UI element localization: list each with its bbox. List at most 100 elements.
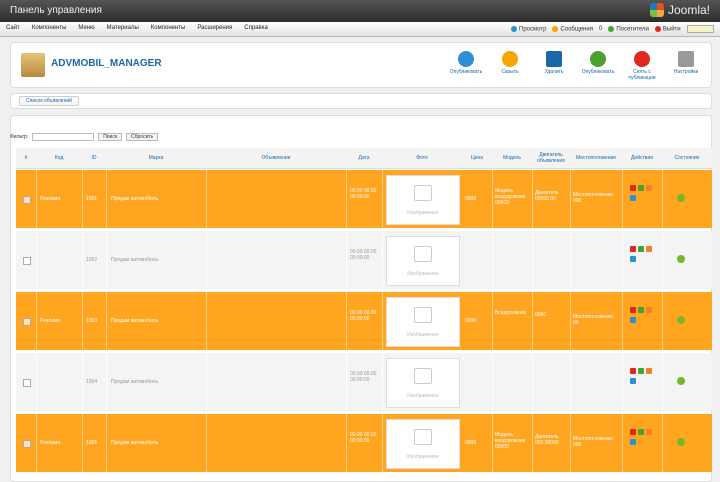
approve-row-icon[interactable] <box>638 368 644 374</box>
delete-row-icon[interactable] <box>630 429 636 435</box>
row-checkbox[interactable] <box>23 440 31 448</box>
col-engine[interactable]: Двигатель объявления <box>532 148 570 168</box>
logout-field[interactable] <box>686 25 714 33</box>
table-row[interactable]: 1004 Продам автомобиль 00.00 00.00 00:00:0… <box>16 353 712 411</box>
table-row[interactable]: Реклама 1005 Продам автомобиль 00.00 00.00 … <box>16 414 712 472</box>
hide-button[interactable]: Скрыть <box>493 49 527 81</box>
row-checkbox[interactable] <box>23 379 31 387</box>
approve-row-icon[interactable] <box>638 246 644 252</box>
cell-id: 1004 <box>82 353 107 411</box>
edit-row-icon[interactable] <box>646 307 652 313</box>
ad-photo: Изображение <box>386 419 460 469</box>
filter-input[interactable] <box>32 133 95 141</box>
publish-item-button[interactable]: Опубликовать <box>581 49 615 81</box>
image-placeholder-icon <box>414 368 432 384</box>
date-text: 00.00 00.00 00:00:00 <box>350 249 377 261</box>
status-message-count: 0 <box>598 26 603 32</box>
row-checkbox[interactable] <box>23 196 31 204</box>
status-logout-label: Выйти <box>662 26 681 33</box>
edit-row-icon[interactable] <box>646 185 652 191</box>
delete-button[interactable]: Удалить <box>537 49 571 81</box>
col-price[interactable]: Цена <box>462 148 492 168</box>
delete-row-icon[interactable] <box>630 307 636 313</box>
menu-item-menu[interactable]: Меню <box>78 25 94 31</box>
model-text: Модель вседорожник 00000 <box>495 188 526 206</box>
edit-row-icon[interactable] <box>646 429 652 435</box>
filter-bar: Фильтр: Поиск Сбросить <box>10 133 159 141</box>
menu-item-extensions[interactable]: Расширения <box>197 25 232 31</box>
cell-code <box>36 231 83 289</box>
col-id[interactable]: ID <box>82 148 106 168</box>
info-row-icon[interactable] <box>630 256 636 262</box>
cell-description <box>206 414 347 472</box>
col-state[interactable]: Состояние <box>662 148 712 168</box>
menu-item-content[interactable]: Материалы <box>107 25 139 31</box>
cell-model: Модель вседорожник 00000 <box>492 170 533 228</box>
cell-date: 00.00 00.00 00:00:00 <box>346 353 383 411</box>
table-row[interactable]: Реклама 1001 Продам автомобиль 00.00 00.00 … <box>16 170 712 228</box>
published-icon[interactable] <box>677 194 685 202</box>
delete-row-icon[interactable] <box>630 368 636 374</box>
menu-item-site[interactable]: Сайт <box>6 25 20 31</box>
info-row-icon[interactable] <box>630 439 636 445</box>
status-visitors[interactable]: Посетители <box>608 25 649 32</box>
cell-date: 00.00 00.00 00:00:00 <box>346 414 383 472</box>
col-code[interactable]: Код <box>36 148 82 168</box>
col-location[interactable]: Местоположение <box>570 148 622 168</box>
logout-icon <box>654 25 661 32</box>
cell-select <box>16 170 37 228</box>
ad-title-link[interactable]: Продам автомобиль <box>111 379 158 385</box>
ad-title-link[interactable]: Продам автомобиль <box>111 196 158 202</box>
info-row-icon[interactable] <box>630 195 636 201</box>
cell-date: 00.00 00.00 00:00:00 <box>346 292 383 350</box>
status-logout[interactable]: Выйти <box>654 25 681 33</box>
filter-go-button[interactable]: Поиск <box>98 133 123 141</box>
approve-row-icon[interactable] <box>638 429 644 435</box>
delete-row-icon[interactable] <box>630 185 636 191</box>
published-icon[interactable] <box>677 438 685 446</box>
settings-button[interactable]: Настройки <box>669 49 703 81</box>
row-checkbox[interactable] <box>23 257 31 265</box>
approve-row-icon[interactable] <box>638 307 644 313</box>
delete-row-icon[interactable] <box>630 246 636 252</box>
ad-photo: Изображение <box>386 358 460 408</box>
info-row-icon[interactable] <box>630 317 636 323</box>
unpublish-button[interactable]: Снять с публикации <box>625 49 659 81</box>
hide-icon <box>502 51 518 67</box>
filter-reset-button[interactable]: Сбросить <box>126 133 159 141</box>
model-text: Вседорожник <box>495 310 526 316</box>
cell-code: Реклама <box>36 414 83 472</box>
edit-row-icon[interactable] <box>646 246 652 252</box>
edit-row-icon[interactable] <box>646 368 652 374</box>
published-icon[interactable] <box>677 377 685 385</box>
status-messages[interactable]: Сообщения <box>552 25 593 32</box>
table-row[interactable]: 1002 Продам автомобиль 00.00 00.00 00:00:0… <box>16 231 712 289</box>
cell-engine: 0000 <box>532 292 571 350</box>
image-placeholder-icon <box>414 429 432 445</box>
col-brand[interactable]: Марка <box>106 148 206 168</box>
published-icon[interactable] <box>677 316 685 324</box>
tab-ad-list[interactable]: Список объявлений <box>19 96 79 106</box>
cell-code: Реклама <box>36 170 83 228</box>
published-icon[interactable] <box>677 255 685 263</box>
row-actions <box>629 245 653 265</box>
page-title: ADVMOBIL_MANAGER <box>51 58 162 69</box>
info-row-icon[interactable] <box>630 378 636 384</box>
ad-title-link[interactable]: Продам автомобиль <box>111 318 158 324</box>
col-date[interactable]: Дата <box>346 148 382 168</box>
ad-title-link[interactable]: Продам автомобиль <box>111 257 158 263</box>
status-preview[interactable]: Просмотр <box>511 25 546 32</box>
approve-row-icon[interactable] <box>638 185 644 191</box>
ad-title-link[interactable]: Продам автомобиль <box>111 440 158 446</box>
menu-item-components[interactable]: Компоненты <box>32 25 67 31</box>
col-num: # <box>24 155 28 161</box>
publish-button[interactable]: Опубликовать <box>449 49 483 81</box>
brand-label: Joomla! <box>667 3 710 17</box>
table-row[interactable]: Реклама 1003 Продам автомобиль 00.00 00.00 … <box>16 292 712 350</box>
col-model[interactable]: Модель <box>492 148 532 168</box>
cell-location <box>570 231 623 289</box>
menu-item-help[interactable]: Справка <box>244 25 268 31</box>
menu-item-components-2[interactable]: Компоненты <box>151 25 186 31</box>
col-ad[interactable]: Объявление <box>206 148 346 168</box>
row-checkbox[interactable] <box>23 318 31 326</box>
